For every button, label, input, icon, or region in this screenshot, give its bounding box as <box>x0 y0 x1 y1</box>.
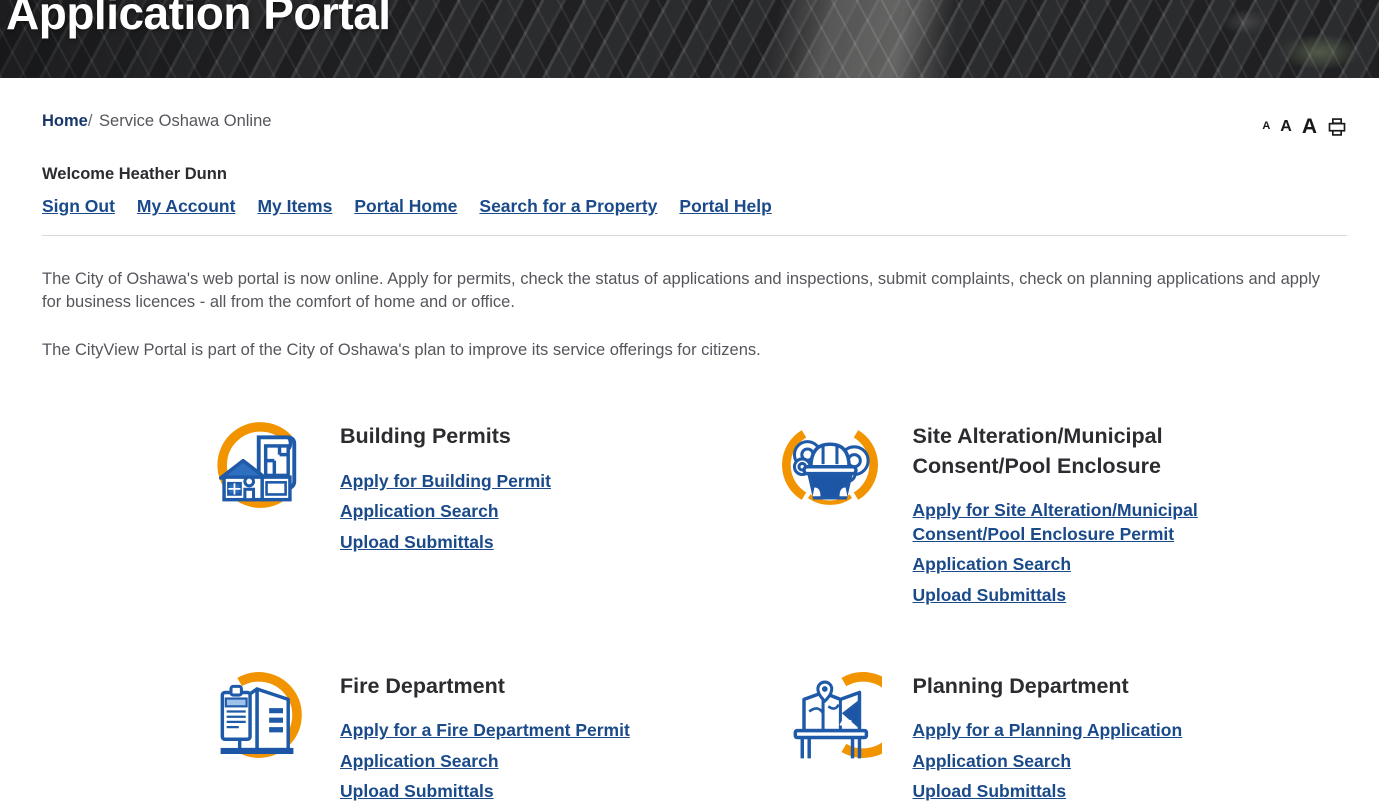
page-banner: Application Portal <box>0 0 1379 78</box>
divider <box>42 235 1347 236</box>
intro-paragraph-1: The City of Oshawa's web portal is now o… <box>42 270 1321 312</box>
nav-link-sign-out[interactable]: Sign Out <box>42 196 115 217</box>
service-title: Building Permits <box>340 424 511 449</box>
house-blueprint-icon <box>202 410 312 520</box>
service-links: Apply for Site Alteration/Municipal Cons… <box>913 499 1348 608</box>
service-links: Apply for a Planning Application Applica… <box>913 719 1348 804</box>
link-apply-for-site-alteration-permit[interactable]: Apply for Site Alteration/Municipal Cons… <box>913 499 1213 546</box>
service-card-body: Building Permits Apply for Building Perm… <box>340 410 775 554</box>
clipboard-buildings-icon <box>202 660 312 770</box>
service-card-body: Site Alteration/Municipal Consent/Pool E… <box>913 410 1348 607</box>
service-links: Apply for a Fire Department Permit Appli… <box>340 719 775 804</box>
nav-link-portal-help[interactable]: Portal Help <box>679 196 771 217</box>
account-nav: Sign Out My Account My Items Portal Home… <box>42 196 1347 217</box>
breadcrumb-toolbar-row: Home/ Service Oshawa Online A A A <box>42 78 1347 137</box>
link-apply-for-planning-application[interactable]: Apply for a Planning Application <box>913 719 1213 743</box>
intro-paragraph-2: The CityView Portal is part of the City … <box>42 340 761 359</box>
font-size-large-button[interactable]: A <box>1302 116 1317 137</box>
font-size-small-button[interactable]: A <box>1262 121 1270 132</box>
link-upload-submittals[interactable]: Upload Submittals <box>913 780 1213 804</box>
service-title: Planning Department <box>912 673 1129 698</box>
nav-link-search-for-a-property[interactable]: Search for a Property <box>479 196 657 217</box>
link-apply-for-building-permit[interactable]: Apply for Building Permit <box>340 470 640 494</box>
link-application-search[interactable]: Application Search <box>913 750 1213 774</box>
hardhat-gears-icon <box>775 410 885 520</box>
link-upload-submittals[interactable]: Upload Submittals <box>340 780 640 804</box>
nav-link-my-account[interactable]: My Account <box>137 196 236 217</box>
nav-link-portal-home[interactable]: Portal Home <box>354 196 457 217</box>
desk-map-pin-icon <box>775 660 885 770</box>
service-title: Fire Department <box>340 673 505 698</box>
breadcrumb-separator: / <box>87 112 93 130</box>
service-card-body: Fire Department Apply for a Fire Departm… <box>340 660 775 804</box>
service-card-planning-department: Planning Department Apply for a Planning… <box>775 660 1348 804</box>
page-tools: A A A <box>1262 112 1347 137</box>
link-application-search[interactable]: Application Search <box>340 750 640 774</box>
breadcrumb-current: Service Oshawa Online <box>99 112 272 130</box>
service-card-fire-department: Fire Department Apply for a Fire Departm… <box>202 660 775 804</box>
service-grid: Building Permits Apply for Building Perm… <box>42 410 1347 804</box>
link-application-search[interactable]: Application Search <box>340 500 640 524</box>
link-upload-submittals[interactable]: Upload Submittals <box>913 584 1213 608</box>
nav-link-my-items[interactable]: My Items <box>257 196 332 217</box>
link-apply-for-fire-department-permit[interactable]: Apply for a Fire Department Permit <box>340 719 640 743</box>
service-card-site-alteration: Site Alteration/Municipal Consent/Pool E… <box>775 410 1348 607</box>
page-title: Application Portal <box>6 0 391 39</box>
welcome-message: Welcome Heather Dunn <box>42 165 227 183</box>
service-links: Apply for Building Permit Application Se… <box>340 470 775 555</box>
breadcrumb: Home/ Service Oshawa Online <box>42 112 271 131</box>
content-panel: Home/ Service Oshawa Online A A A Welcom… <box>10 78 1379 801</box>
link-application-search[interactable]: Application Search <box>913 553 1213 577</box>
service-card-body: Planning Department Apply for a Planning… <box>913 660 1348 804</box>
printer-icon[interactable] <box>1327 117 1347 137</box>
intro-text: The City of Oshawa's web portal is now o… <box>42 268 1347 362</box>
service-title: Site Alteration/Municipal Consent/Pool E… <box>912 424 1163 478</box>
service-card-building-permits: Building Permits Apply for Building Perm… <box>202 410 775 607</box>
breadcrumb-home-link[interactable]: Home <box>42 112 88 130</box>
link-upload-submittals[interactable]: Upload Submittals <box>340 531 640 555</box>
font-size-medium-button[interactable]: A <box>1280 118 1292 135</box>
